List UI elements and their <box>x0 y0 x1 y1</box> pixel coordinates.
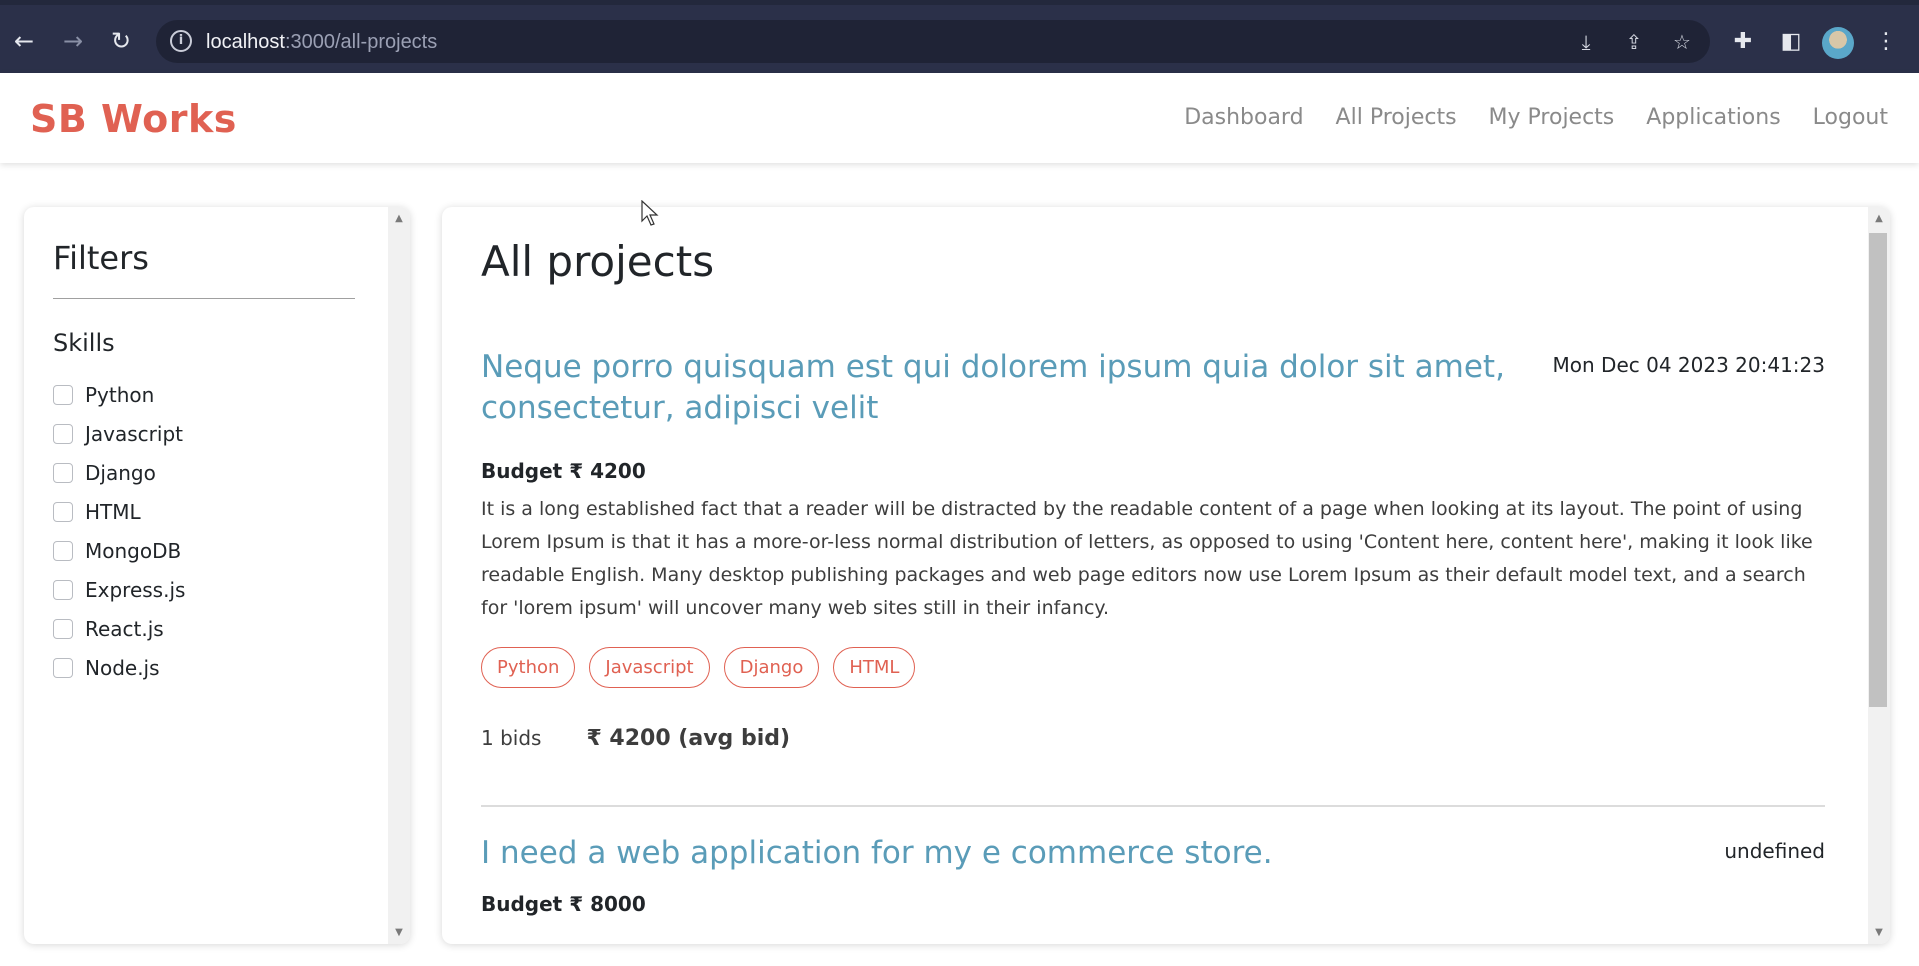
menu-kebab-icon[interactable]: ⋮ <box>1873 29 1899 55</box>
nav-all-projects[interactable]: All Projects <box>1336 105 1457 130</box>
bid-count: 1 bids <box>481 726 542 750</box>
filters-divider <box>53 298 355 299</box>
scroll-up-arrow-icon[interactable]: ▲ <box>1868 213 1890 224</box>
checkbox[interactable] <box>53 579 73 600</box>
checkbox[interactable] <box>53 618 73 639</box>
back-arrow-icon[interactable]: ← <box>10 27 38 55</box>
checkbox[interactable] <box>53 423 73 444</box>
project-card: Neque porro quisquam est qui dolorem ips… <box>481 347 1825 751</box>
skills-list: Python Javascript Django HTML MongoDB Ex… <box>53 375 185 687</box>
project-budget: Budget ₹ 8000 <box>481 892 646 916</box>
project-budget: Budget ₹ 4200 <box>481 459 646 483</box>
checkbox[interactable] <box>53 540 73 561</box>
project-title-link[interactable]: Neque porro quisquam est qui dolorem ips… <box>481 347 1531 429</box>
skill-mongodb[interactable]: MongoDB <box>53 531 185 570</box>
page-title: All projects <box>481 237 715 286</box>
tag-django: Django <box>723 647 820 688</box>
skill-javascript[interactable]: Javascript <box>53 414 185 453</box>
scroll-thumb[interactable] <box>1869 233 1887 707</box>
brand-logo[interactable]: SB Works <box>30 97 237 141</box>
extensions-icon[interactable]: ✚ <box>1730 29 1756 55</box>
address-bar[interactable]: i localhost:3000/all-projects ⤓ ⇪ ☆ <box>156 20 1710 63</box>
tag-html: HTML <box>833 647 916 688</box>
nav-logout[interactable]: Logout <box>1813 105 1888 130</box>
skills-heading: Skills <box>53 329 115 357</box>
checkbox[interactable] <box>53 501 73 522</box>
scroll-up-arrow-icon[interactable]: ▲ <box>388 213 410 224</box>
skill-html[interactable]: HTML <box>53 492 185 531</box>
projects-panel: All projects Neque porro quisquam est qu… <box>442 207 1890 944</box>
nav-links: Dashboard All Projects My Projects Appli… <box>1184 105 1888 130</box>
share-icon[interactable]: ⇪ <box>1622 30 1646 54</box>
project-divider <box>481 805 1825 807</box>
browser-toolbar: ← → ↻ i localhost:3000/all-projects ⤓ ⇪ … <box>0 0 1919 73</box>
tag-javascript: Javascript <box>589 647 710 688</box>
skill-django[interactable]: Django <box>53 453 185 492</box>
scroll-down-arrow-icon[interactable]: ▼ <box>388 927 410 938</box>
nav-my-projects[interactable]: My Projects <box>1489 105 1615 130</box>
filters-scrollbar[interactable]: ▲ ▼ <box>388 207 410 944</box>
skill-nodejs[interactable]: Node.js <box>53 648 185 687</box>
checkbox[interactable] <box>53 657 73 678</box>
filters-panel: Filters Skills Python Javascript Django … <box>24 207 410 944</box>
mouse-cursor-icon <box>641 200 659 226</box>
side-panel-icon[interactable]: ◧ <box>1778 29 1804 55</box>
bookmark-star-icon[interactable]: ☆ <box>1670 30 1694 54</box>
project-bids: 1 bids ₹ 4200 (avg bid) <box>481 726 1825 751</box>
profile-avatar[interactable] <box>1822 27 1854 59</box>
filters-title: Filters <box>53 239 149 277</box>
forward-arrow-icon[interactable]: → <box>59 27 87 55</box>
nav-dashboard[interactable]: Dashboard <box>1184 105 1303 130</box>
project-title-link[interactable]: I need a web application for my e commer… <box>481 833 1531 874</box>
project-description: It is a long established fact that a rea… <box>481 498 1813 619</box>
project-date: undefined <box>1724 839 1825 863</box>
site-info-icon[interactable]: i <box>170 30 192 52</box>
skill-reactjs[interactable]: React.js <box>53 609 185 648</box>
skill-python[interactable]: Python <box>53 375 185 414</box>
tag-python: Python <box>481 647 576 688</box>
checkbox[interactable] <box>53 384 73 405</box>
url-text[interactable]: localhost:3000/all-projects <box>206 31 437 54</box>
project-tags: Python Javascript Django HTML <box>481 647 1825 688</box>
scroll-down-arrow-icon[interactable]: ▼ <box>1868 927 1890 938</box>
app-navbar: SB Works Dashboard All Projects My Proje… <box>0 73 1919 163</box>
nav-applications[interactable]: Applications <box>1646 105 1780 130</box>
avg-bid: ₹ 4200 (avg bid) <box>586 726 791 751</box>
checkbox[interactable] <box>53 462 73 483</box>
projects-scrollbar[interactable]: ▲ ▼ <box>1868 207 1890 944</box>
reload-icon[interactable]: ↻ <box>107 27 135 55</box>
project-card: I need a web application for my e commer… <box>481 833 1825 916</box>
project-date: Mon Dec 04 2023 20:41:23 <box>1552 353 1825 377</box>
skill-expressjs[interactable]: Express.js <box>53 570 185 609</box>
install-app-icon[interactable]: ⤓ <box>1574 30 1598 54</box>
